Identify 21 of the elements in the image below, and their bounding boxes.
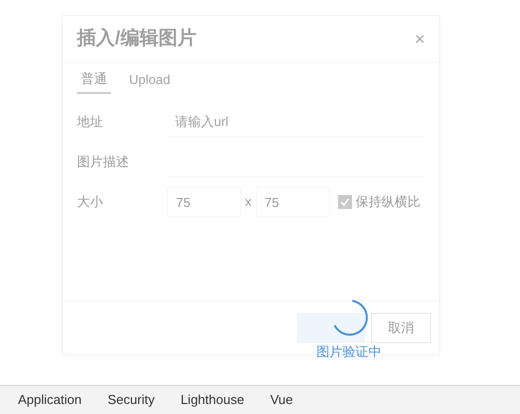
check-icon: [340, 197, 350, 207]
url-field[interactable]: 请输入url: [167, 107, 425, 137]
devtools-tab[interactable]: Security: [108, 390, 155, 410]
size-separator: x: [245, 193, 252, 212]
save-button[interactable]: [297, 312, 365, 342]
tab[interactable]: 普通: [77, 64, 111, 94]
field-label: 图片描述: [77, 153, 130, 172]
checkbox[interactable]: [338, 195, 352, 209]
devtools-tab[interactable]: Lighthouse: [180, 390, 244, 410]
height-field[interactable]: 75: [256, 187, 330, 217]
cancel-button[interactable]: 取消: [371, 312, 431, 342]
tab[interactable]: Upload: [125, 66, 174, 94]
close-button[interactable]: ×: [414, 26, 425, 52]
dialog-title: 插入/编辑图片: [77, 26, 196, 51]
devtools-tab[interactable]: Vue: [270, 390, 293, 410]
field-label: 地址: [77, 113, 104, 132]
loading-text: 图片验证中: [316, 343, 382, 361]
field-label: 大小: [77, 193, 104, 212]
checkbox-label: 保持纵横比: [356, 193, 420, 212]
devtools-tab[interactable]: Application: [18, 390, 82, 410]
width-field[interactable]: 75: [167, 187, 241, 217]
